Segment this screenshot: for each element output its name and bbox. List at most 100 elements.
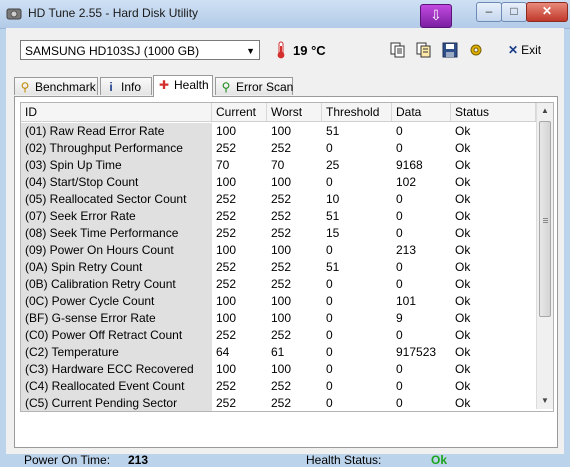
current-value: 100 (216, 243, 237, 257)
current-value: 252 (216, 328, 237, 342)
exit-label: Exit (521, 43, 542, 57)
raw-data-value: 0 (396, 209, 403, 223)
table-row[interactable]: (05) Reallocated Sector Count 252 252 10 0 Ok (21, 191, 536, 208)
tab-label: Benchmark (35, 80, 96, 94)
table-row[interactable]: (C2) Temperature 64 61 0 917523 Ok (21, 344, 536, 361)
save-icon[interactable] (442, 42, 458, 58)
current-value: 252 (216, 260, 237, 274)
table-row[interactable]: (C5) Current Pending Sector 252 252 0 0 Ok (21, 395, 536, 411)
column-header-threshold[interactable]: Threshold (322, 103, 392, 121)
options-icon[interactable] (468, 42, 484, 58)
raw-data-value: 0 (396, 226, 403, 240)
table-row[interactable]: (BF) G-sense Error Rate 100 100 0 9 Ok (21, 310, 536, 327)
worst-value: 252 (271, 260, 292, 274)
table-row[interactable]: (0A) Spin Retry Count 252 252 51 0 Ok (21, 259, 536, 276)
attribute-name: (09) Power On Hours Count (21, 242, 212, 259)
title-bar[interactable]: HD Tune 2.55 - Hard Disk Utility ⇩ – □ ✕ (0, 0, 570, 29)
vertical-scrollbar[interactable]: ▲ ▼ (536, 103, 553, 409)
table-row[interactable]: (C0) Power Off Retract Count 252 252 0 0 Ok (21, 327, 536, 344)
worst-value: 252 (271, 328, 292, 342)
table-row[interactable]: (08) Seek Time Performance 252 252 15 0 Ok (21, 225, 536, 242)
table-row[interactable]: (01) Raw Read Error Rate 100 100 51 0 Ok (21, 123, 536, 140)
threshold-value: 0 (326, 328, 333, 342)
tab-error-scan[interactable]: ⚲ Error Scan (215, 77, 293, 95)
worst-value: 61 (271, 345, 285, 359)
health-panel: ID Current Worst Threshold Data Status (… (14, 96, 558, 467)
thermometer-icon (277, 41, 285, 59)
current-value: 70 (216, 158, 230, 172)
current-value: 252 (216, 277, 237, 291)
column-header-id[interactable]: ID (21, 103, 212, 121)
benchmark-icon: ⚲ (20, 80, 30, 94)
current-value: 252 (216, 379, 237, 393)
chevron-down-icon[interactable]: ▼ (246, 41, 255, 61)
threshold-value: 0 (326, 311, 333, 325)
status-value: Ok (455, 141, 471, 155)
column-header-current[interactable]: Current (212, 103, 267, 121)
raw-data-value: 0 (396, 328, 403, 342)
close-button[interactable]: ✕ (526, 2, 568, 22)
raw-data-value: 0 (396, 141, 403, 155)
threshold-value: 0 (326, 379, 333, 393)
download-icon[interactable]: ⇩ (420, 4, 452, 28)
worst-value: 252 (271, 226, 292, 240)
attribute-name: (02) Throughput Performance (21, 140, 212, 157)
column-header-status[interactable]: Status (451, 103, 536, 121)
raw-data-value: 9168 (396, 158, 423, 172)
attribute-name: (08) Seek Time Performance (21, 225, 212, 242)
tab-info[interactable]: i Info (100, 77, 152, 95)
table-row[interactable]: (03) Spin Up Time 70 70 25 9168 Ok (21, 157, 536, 174)
scrollbar-thumb[interactable] (539, 121, 551, 317)
exit-button[interactable]: ✕ Exit (508, 43, 541, 57)
raw-data-value: 917523 (396, 345, 437, 359)
status-value: Ok (455, 328, 471, 342)
main-window: SAMSUNG HD103SJ (1000 GB) ▼ 19 °C ✕ Exit … (6, 28, 564, 467)
attribute-name: (C3) Hardware ECC Recovered (21, 361, 212, 378)
table-row[interactable]: (C3) Hardware ECC Recovered 100 100 0 0 Ok (21, 361, 536, 378)
tab-benchmark[interactable]: ⚲ Benchmark (14, 77, 98, 95)
raw-data-value: 0 (396, 396, 403, 410)
threshold-value: 0 (326, 277, 333, 291)
raw-data-value: 213 (396, 243, 417, 257)
current-value: 100 (216, 311, 237, 325)
temperature-value: 19 °C (293, 43, 326, 58)
smart-attributes-table[interactable]: ID Current Worst Threshold Data Status (… (20, 102, 554, 412)
scroll-down-icon[interactable]: ▼ (537, 393, 553, 409)
tab-health[interactable]: ✚ Health (153, 75, 213, 97)
table-row[interactable]: (04) Start/Stop Count 100 100 0 102 Ok (21, 174, 536, 191)
worst-value: 100 (271, 124, 292, 138)
table-row[interactable]: (02) Throughput Performance 252 252 0 0 Ok (21, 140, 536, 157)
table-row[interactable]: (07) Seek Error Rate 252 252 51 0 Ok (21, 208, 536, 225)
drive-select[interactable]: SAMSUNG HD103SJ (1000 GB) ▼ (20, 40, 260, 60)
copy-all-icon[interactable] (416, 42, 432, 58)
table-row[interactable]: (C4) Reallocated Event Count 252 252 0 0 Ok (21, 378, 536, 395)
worst-value: 100 (271, 243, 292, 257)
status-value: Ok (455, 345, 471, 359)
column-header-data[interactable]: Data (392, 103, 451, 121)
table-row[interactable]: (0B) Calibration Retry Count 252 252 0 0 Ok (21, 276, 536, 293)
attribute-name: (0B) Calibration Retry Count (21, 276, 212, 293)
raw-data-value: 0 (396, 362, 403, 376)
status-value: Ok (455, 192, 471, 206)
status-value: Ok (455, 362, 471, 376)
scroll-up-icon[interactable]: ▲ (537, 103, 553, 119)
maximize-button[interactable]: □ (501, 2, 527, 22)
threshold-value: 0 (326, 396, 333, 410)
copy-icon[interactable] (390, 42, 406, 58)
error-scan-icon: ⚲ (221, 80, 231, 94)
status-value: Ok (455, 260, 471, 274)
threshold-value: 0 (326, 243, 333, 257)
current-value: 64 (216, 345, 230, 359)
worst-value: 100 (271, 175, 292, 189)
tab-label: Error Scan (236, 80, 294, 94)
current-value: 100 (216, 175, 237, 189)
attribute-name: (C4) Reallocated Event Count (21, 378, 212, 395)
worst-value: 70 (271, 158, 285, 172)
health-status-label: Health Status: (306, 453, 382, 467)
worst-value: 252 (271, 141, 292, 155)
tab-label: Health (174, 78, 209, 92)
table-row[interactable]: (0C) Power Cycle Count 100 100 0 101 Ok (21, 293, 536, 310)
minimize-button[interactable]: – (476, 2, 502, 22)
table-row[interactable]: (09) Power On Hours Count 100 100 0 213 Ok (21, 242, 536, 259)
column-header-worst[interactable]: Worst (267, 103, 322, 121)
